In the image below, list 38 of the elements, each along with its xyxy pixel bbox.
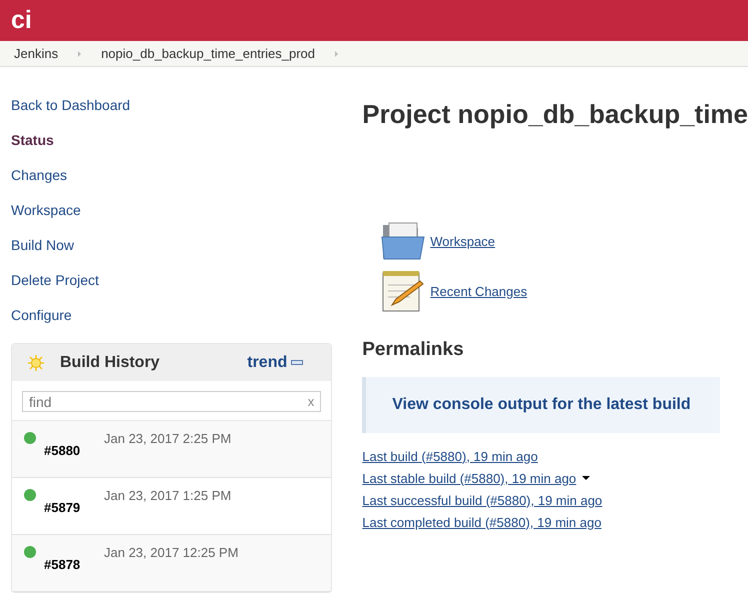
chevron-icon [335, 50, 338, 56]
build-row[interactable]: #5878 Jan 23, 2017 12:25 PM [12, 535, 332, 592]
permalink[interactable]: Last stable build (#5880), 19 min ago [362, 470, 576, 486]
sidebar-item[interactable]: Back to Dashboard [11, 96, 130, 115]
sun-icon [28, 354, 44, 370]
sidebar-item[interactable]: Configure [11, 306, 72, 325]
section-title: Permalinks [362, 339, 465, 361]
sidebar-item[interactable]: Delete Project [11, 271, 99, 290]
task-link[interactable]: Workspace [430, 234, 496, 248]
clear-button[interactable]: x [308, 394, 314, 409]
collapse-icon[interactable] [291, 360, 304, 365]
build-time: Jan 23, 2017 2:25 PM [104, 431, 232, 446]
page-title: Project nopio_db_backup_time [362, 98, 748, 131]
notepad-icon [380, 269, 426, 313]
breadcrumb-link[interactable]: nopio_db_backup_time_entries_prod [101, 46, 316, 61]
breadcrumb-link[interactable]: Jenkins [14, 46, 58, 61]
build-row[interactable]: #5879 Jan 23, 2017 1:25 PM [12, 478, 332, 535]
permalink[interactable]: Last completed build (#5880), 19 min ago [362, 514, 602, 530]
sidebar-item[interactable]: Build Now [11, 236, 74, 255]
build-time: Jan 23, 2017 1:25 PM [104, 488, 232, 503]
build-time: Jan 23, 2017 12:25 PM [104, 545, 238, 560]
panel-title: Build History [60, 354, 160, 372]
permalink[interactable]: Last successful build (#5880), 19 min ago [362, 492, 602, 508]
task-link[interactable]: Recent Changes [430, 284, 528, 298]
logo[interactable]: ci [11, 6, 32, 35]
folder-icon [380, 221, 426, 261]
trend-link[interactable]: trend [247, 354, 288, 372]
chevron-icon [78, 50, 82, 56]
caret-icon[interactable] [582, 476, 590, 480]
search-field[interactable]: find x [22, 391, 322, 412]
permalink[interactable]: Last build (#5880), 19 min ago [362, 448, 538, 464]
build-number-link[interactable]: #5880 [44, 443, 104, 458]
sidebar-item[interactable]: Workspace [11, 201, 81, 220]
console-link[interactable]: View console output for the latest build [392, 396, 691, 413]
build-number-link[interactable]: #5878 [44, 557, 104, 572]
sidebar-item[interactable]: Changes [11, 166, 68, 185]
sidebar-item[interactable]: Status [11, 131, 54, 150]
build-number-link[interactable]: #5879 [44, 500, 104, 515]
